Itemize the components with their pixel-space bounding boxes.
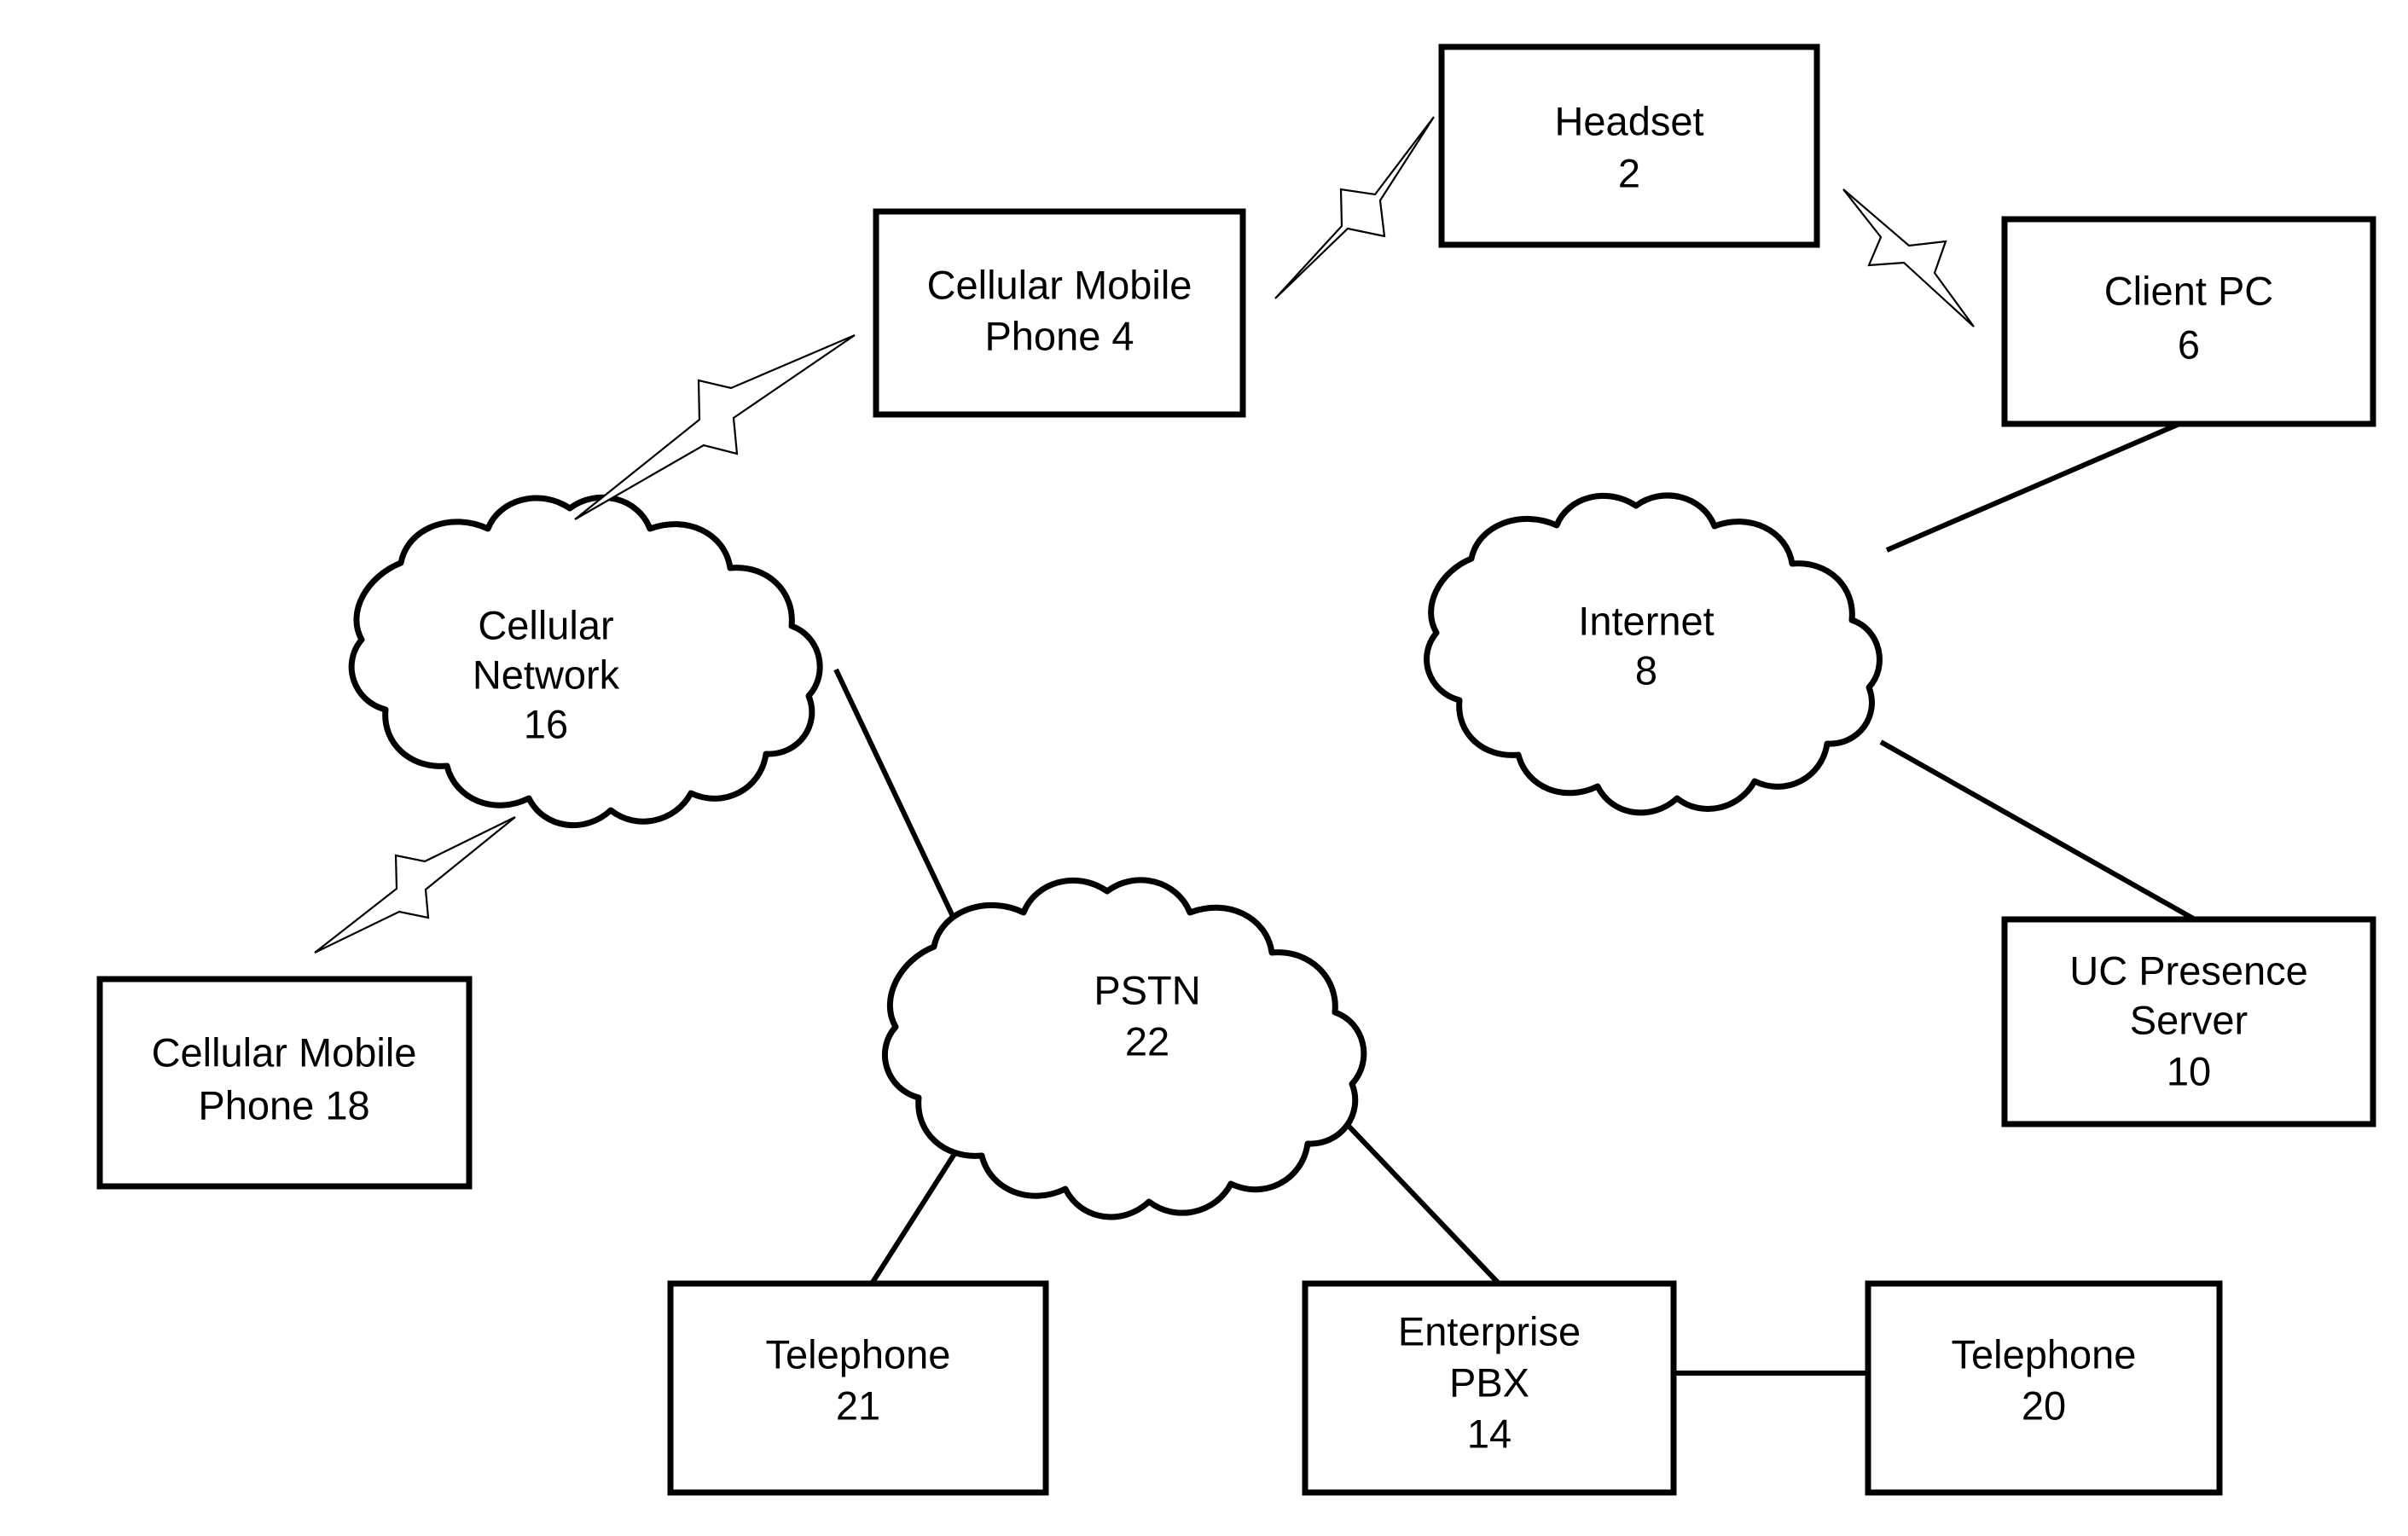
node-telephone-20[interactable]: Telephone 20	[1865, 1280, 2223, 1496]
internet-label-line2: 8	[1635, 647, 1657, 693]
node-internet[interactable]: Internet 8	[1424, 492, 1883, 816]
headset-label-line1: Headset	[1554, 98, 1703, 143]
headset-label-line2: 2	[1618, 150, 1640, 195]
node-cellular-mobile-phone-18[interactable]: Cellular Mobile Phone 18	[96, 976, 473, 1190]
pstn-label-line2: 22	[1125, 1018, 1169, 1064]
node-enterprise-pbx[interactable]: Enterprise PBX 14	[1302, 1280, 1677, 1496]
wireless-link-phone4-headset	[1274, 116, 1435, 299]
telephone-21-label-line1: Telephone	[766, 1331, 951, 1377]
telephone-20-label-line2: 20	[2022, 1382, 2066, 1428]
telephone-20-label-line1: Telephone	[1952, 1331, 2137, 1377]
cellular-mobile-phone-4-label-line1: Cellular Mobile	[927, 262, 1192, 307]
uc-presence-server-label-line2: Server	[2130, 997, 2248, 1042]
cellular-mobile-phone-4-label-line2: Phone 4	[984, 313, 1134, 358]
wireless-link-headset-client-pc	[1842, 188, 1975, 327]
telephone-21-label-line2: 21	[836, 1382, 880, 1428]
link-client-pc-internet	[1885, 421, 2181, 553]
cellular-network-label-line2: Network	[473, 652, 620, 697]
box-headset	[1438, 43, 1820, 248]
cellular-network-label-line1: Cellular	[478, 602, 613, 647]
wireless-link-cellnet-phone4	[574, 333, 856, 520]
cellular-mobile-phone-18-label-line2: Phone 18	[198, 1082, 369, 1127]
uc-presence-server-label-line1: UC Presence	[2069, 948, 2308, 993]
lightning-bolt-icon	[1842, 188, 1975, 327]
lightning-bolt-icon	[1274, 116, 1435, 299]
link-internet-uc-presence	[1879, 739, 2196, 922]
internet-label-line1: Internet	[1578, 598, 1714, 643]
pstn-label-line1: PSTN	[1094, 967, 1200, 1012]
lightning-bolt-icon	[574, 333, 856, 520]
enterprise-pbx-label-line2: PBX	[1449, 1359, 1529, 1405]
node-cellular-mobile-phone-4[interactable]: Cellular Mobile Phone 4	[873, 208, 1246, 418]
cellular-network-label-line3: 16	[524, 701, 568, 746]
cellular-mobile-phone-18-label-line1: Cellular Mobile	[152, 1029, 417, 1075]
node-client-pc[interactable]: Client PC 6	[2001, 216, 2376, 427]
link-pstn-enterprise-pbx	[1342, 1119, 1504, 1289]
client-pc-label-line1: Client PC	[2104, 268, 2274, 313]
link-cellular-network-pstn	[833, 668, 960, 927]
network-diagram: Cellular Network 16 Internet 8 PSTN 22 H…	[0, 0, 2408, 1536]
node-headset[interactable]: Headset 2	[1438, 43, 1820, 248]
wireless-link-cellnet-phone18	[314, 816, 516, 953]
node-cellular-network[interactable]: Cellular Network 16	[348, 494, 823, 829]
uc-presence-server-label-line3: 10	[2167, 1048, 2211, 1093]
node-uc-presence-server[interactable]: UC Presence Server 10	[2001, 916, 2376, 1127]
enterprise-pbx-label-line3: 14	[1467, 1411, 1512, 1456]
node-telephone-21[interactable]: Telephone 21	[667, 1280, 1049, 1496]
diagram-canvas: Cellular Network 16 Internet 8 PSTN 22 H…	[96, 43, 2376, 1496]
node-pstn[interactable]: PSTN 22	[881, 877, 1367, 1220]
lightning-bolt-icon	[314, 816, 516, 953]
client-pc-label-line2: 6	[2178, 322, 2200, 367]
enterprise-pbx-label-line1: Enterprise	[1398, 1308, 1581, 1353]
